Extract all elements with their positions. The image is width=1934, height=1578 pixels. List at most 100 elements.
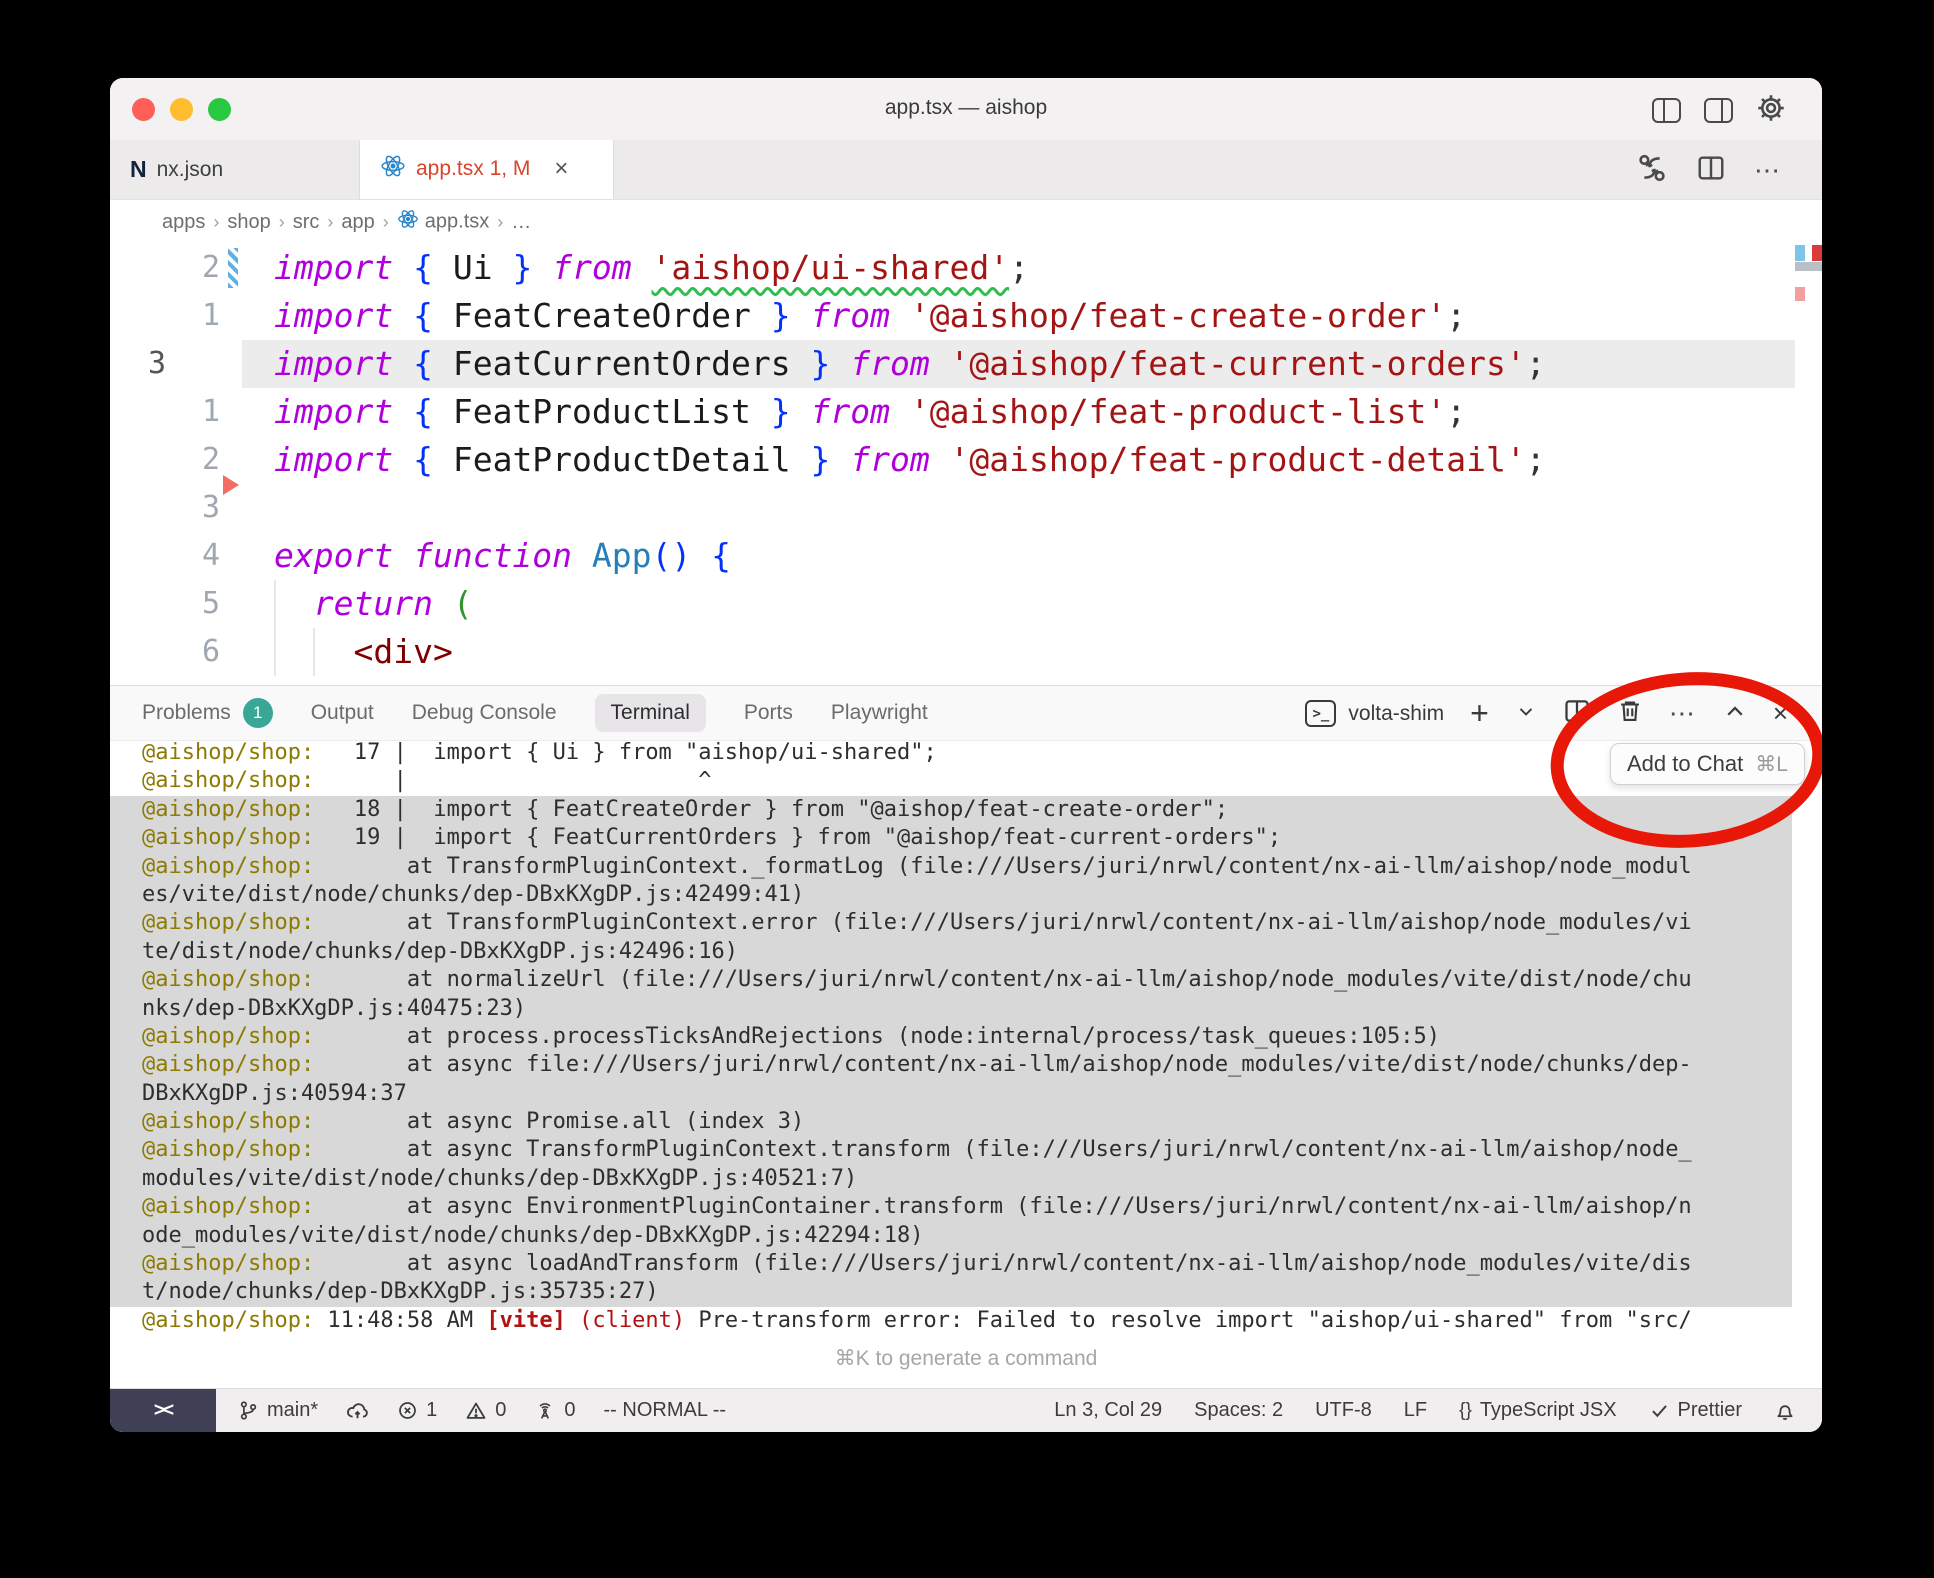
code-text: import { FeatProductList } from '@aishop… — [274, 388, 1466, 436]
nx-icon: N — [130, 156, 147, 183]
split-editor-icon[interactable] — [1696, 153, 1726, 188]
status-ln-3-col-29[interactable]: Ln 3, Col 29 — [1054, 1399, 1162, 1422]
bottom-panel: Problems1 Output Debug Console Terminal Port… — [110, 685, 1822, 1388]
check-icon — [1649, 1400, 1670, 1421]
code-text: import { FeatProductDetail } from '@aish… — [274, 436, 1546, 484]
code-text: export function App() { — [274, 532, 731, 580]
terminal-line: nks/dep-DBxKXgDP.js:40475:23) — [110, 995, 1792, 1023]
status-prettier[interactable]: Prettier — [1649, 1399, 1742, 1422]
ruler-error-mark — [1812, 245, 1822, 261]
panel-tab-problems[interactable]: Problems1 — [142, 698, 273, 728]
maximize-panel-icon[interactable] — [1723, 699, 1747, 728]
editor-current-line[interactable]: 3import { FeatCurrentOrders } from '@ais… — [110, 340, 1822, 388]
error-circle-icon — [397, 1400, 418, 1421]
line-number: 6 — [110, 628, 220, 676]
breadcrumb-item[interactable]: app.tsx — [397, 208, 489, 236]
open-changes-icon[interactable] — [1636, 152, 1668, 189]
terminal-line: te/dist/node/chunks/dep-DBxKXgDP.js:4249… — [110, 938, 1792, 966]
scrollbar-slider[interactable] — [1795, 262, 1822, 271]
status-lf[interactable]: LF — [1404, 1399, 1427, 1422]
breadcrumb-item[interactable]: … — [511, 211, 531, 234]
terminal-icon: >_ — [1305, 700, 1336, 727]
add-to-chat-tooltip[interactable]: Add to Chat ⌘L — [1610, 743, 1805, 785]
terminal-output[interactable]: @aishop/shop: 17 | import { Ui } from "a… — [110, 739, 1822, 1335]
line-number: 2 — [110, 244, 220, 292]
code-text: return ( — [274, 580, 473, 628]
terminal-line: @aishop/shop: at process.processTicksAnd… — [110, 1023, 1792, 1051]
bell-icon — [1774, 1400, 1796, 1422]
tab-label: nx.json — [157, 158, 224, 182]
window-title: app.tsx — aishop — [110, 96, 1822, 120]
line-number: 1 — [110, 388, 220, 436]
terminal-line: es/vite/dist/node/chunks/dep-DBxKXgDP.js… — [110, 881, 1792, 909]
terminal-line: @aishop/shop: at async loadAndTransform … — [110, 1250, 1792, 1278]
braces-icon: {} — [1459, 1399, 1472, 1422]
status-bar: >< main* 1 0 0 -- NORMAL -- Ln 3, Col 29 Spac… — [110, 1388, 1822, 1432]
terminal-name: volta-shim — [1348, 702, 1444, 726]
editor-line[interactable]: 2import { Ui } from 'aishop/ui-shared'; — [110, 244, 1822, 292]
git-deleted-indicator — [223, 475, 239, 495]
editor-line[interactable]: 5 return ( — [110, 580, 1822, 628]
status-normal[interactable]: -- NORMAL -- — [604, 1399, 727, 1422]
toggle-secondary-sidebar-icon[interactable] — [1704, 98, 1733, 123]
terminal-line: @aishop/shop: 17 | import { Ui } from "a… — [110, 739, 1792, 767]
panel-more-actions-icon[interactable]: ⋯ — [1669, 698, 1697, 729]
close-panel-icon[interactable]: × — [1773, 698, 1788, 729]
tab-app-tsx[interactable]: app.tsx 1, M × — [360, 140, 614, 199]
panel-tab-debug-console[interactable]: Debug Console — [412, 701, 557, 725]
status-0[interactable]: 0 — [534, 1399, 575, 1422]
split-terminal-icon[interactable] — [1563, 697, 1591, 730]
tooltip-label: Add to Chat — [1627, 751, 1743, 777]
code-editor[interactable]: 2import { Ui } from 'aishop/ui-shared';1… — [110, 244, 1822, 685]
status-bell[interactable] — [1774, 1400, 1796, 1422]
terminal-line: ode_modules/vite/dist/node/chunks/dep-DB… — [110, 1222, 1792, 1250]
more-actions-icon[interactable]: ⋯ — [1754, 155, 1782, 186]
remote-indicator[interactable]: >< — [110, 1389, 216, 1433]
terminal-line: @aishop/shop: 18 | import { FeatCreateOr… — [110, 796, 1792, 824]
editor-tab-bar: N nx.json app.tsx 1, M × — [110, 140, 1822, 200]
panel-tab-playwright[interactable]: Playwright — [831, 701, 928, 725]
branch-icon — [238, 1400, 259, 1421]
tooltip-shortcut: ⌘L — [1755, 752, 1788, 777]
editor-line[interactable]: 6 <div> — [110, 628, 1822, 676]
line-number: 3 — [110, 340, 220, 388]
status-main[interactable]: main* — [238, 1399, 318, 1422]
terminal-line: @aishop/shop: 11:48:58 AM [vite] (client… — [110, 1307, 1792, 1335]
cloud-upload-icon — [346, 1399, 369, 1422]
panel-tab-ports[interactable]: Ports — [744, 701, 793, 725]
terminal-hint: ⌘K to generate a command — [110, 1346, 1822, 1371]
new-terminal-icon[interactable]: + — [1470, 695, 1489, 732]
editor-line[interactable]: 4 export function App() { — [110, 532, 1822, 580]
close-tab-icon[interactable]: × — [554, 155, 568, 183]
breadcrumb-item[interactable]: src — [293, 211, 320, 234]
editor-line[interactable]: 3 — [110, 484, 1822, 532]
editor-line[interactable]: 1 import { FeatProductList } from '@aisho… — [110, 388, 1822, 436]
terminal-session[interactable]: >_ volta-shim — [1305, 700, 1444, 727]
breadcrumb[interactable]: apps›shop›src›app›app.tsx›… — [110, 200, 1822, 244]
tab-nx-json[interactable]: N nx.json — [110, 140, 360, 199]
status-1[interactable]: 1 — [397, 1399, 437, 1422]
status-0[interactable]: 0 — [465, 1399, 506, 1422]
terminal-dropdown-icon[interactable] — [1515, 700, 1537, 727]
code-text: <div> — [274, 628, 453, 676]
problems-count-badge: 1 — [243, 698, 273, 728]
panel-tab-output[interactable]: Output — [311, 701, 374, 725]
terminal-line: @aishop/shop: at async Promise.all (inde… — [110, 1108, 1792, 1136]
line-number: 4 — [110, 532, 220, 580]
status-spaces-2[interactable]: Spaces: 2 — [1194, 1399, 1283, 1422]
radio-tower-icon — [534, 1400, 556, 1422]
breadcrumb-item[interactable]: apps — [162, 211, 205, 234]
kill-terminal-icon[interactable] — [1617, 698, 1643, 729]
panel-tab-terminal[interactable]: Terminal — [595, 694, 706, 732]
ruler-deleted-mark — [1795, 287, 1805, 301]
breadcrumb-item[interactable]: shop — [227, 211, 270, 234]
editor-line[interactable]: 1import { FeatCreateOrder } from '@aisho… — [110, 292, 1822, 340]
status-utf-8[interactable]: UTF-8 — [1315, 1399, 1372, 1422]
editor-line[interactable]: 2import { FeatProductDetail } from '@ais… — [110, 436, 1822, 484]
settings-gear-icon[interactable] — [1756, 93, 1786, 128]
terminal-line: t/node/chunks/dep-DBxKXgDP.js:35735:27) — [110, 1278, 1792, 1306]
breadcrumb-item[interactable]: app — [341, 211, 374, 234]
status-cloud-upload[interactable] — [346, 1399, 369, 1422]
toggle-primary-sidebar-icon[interactable] — [1652, 98, 1681, 123]
status-typescript-jsx[interactable]: {}TypeScript JSX — [1459, 1399, 1616, 1422]
